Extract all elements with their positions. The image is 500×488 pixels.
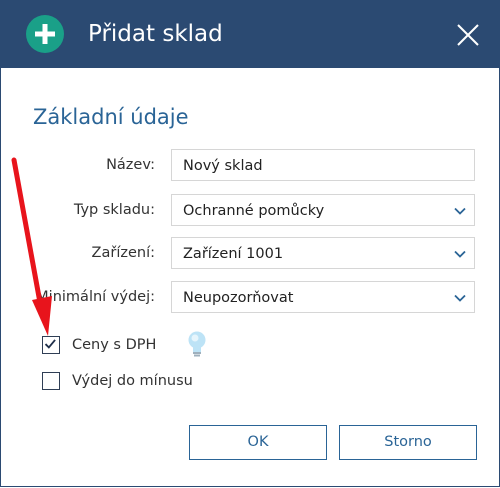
negative-issue-checkbox[interactable] — [42, 372, 60, 390]
ok-button[interactable]: OK — [189, 425, 327, 460]
device-label: Zařízení: — [91, 245, 155, 261]
type-select-value: Ochranné pomůcky — [183, 203, 325, 219]
negative-issue-label[interactable]: Výdej do mínusu — [72, 371, 193, 391]
device-select-value: Zařízení 1001 — [183, 246, 284, 262]
chevron-down-icon — [454, 294, 466, 302]
checkmark-icon — [44, 339, 56, 349]
min-issue-select-value: Neupozorňovat — [183, 290, 294, 306]
prices-vat-checkbox[interactable] — [42, 336, 60, 354]
section-title: Základní údaje — [33, 105, 189, 129]
name-label: Název: — [106, 157, 155, 173]
prices-vat-label[interactable]: Ceny s DPH — [72, 335, 156, 355]
type-select[interactable]: Ochranné pomůcky — [171, 194, 475, 226]
chevron-down-icon — [454, 250, 466, 258]
name-field[interactable]: Nový sklad — [171, 149, 475, 181]
min-issue-select[interactable]: Neupozorňovat — [171, 281, 475, 313]
title-bar: Přidat sklad — [0, 0, 500, 68]
name-field-value: Nový sklad — [183, 158, 263, 174]
close-button[interactable] — [451, 18, 485, 52]
lightbulb-icon[interactable] — [186, 330, 208, 358]
type-label: Typ skladu: — [73, 202, 155, 218]
close-icon — [457, 24, 479, 46]
dialog-title: Přidat sklad — [88, 21, 223, 47]
device-select[interactable]: Zařízení 1001 — [171, 237, 475, 269]
min-issue-label: Minimální výdej: — [36, 289, 155, 305]
chevron-down-icon — [454, 207, 466, 215]
cancel-button[interactable]: Storno — [339, 425, 477, 460]
add-warehouse-dialog: Přidat sklad Základní údaje Název: Nový … — [0, 0, 500, 488]
plus-circle-icon — [26, 15, 64, 53]
